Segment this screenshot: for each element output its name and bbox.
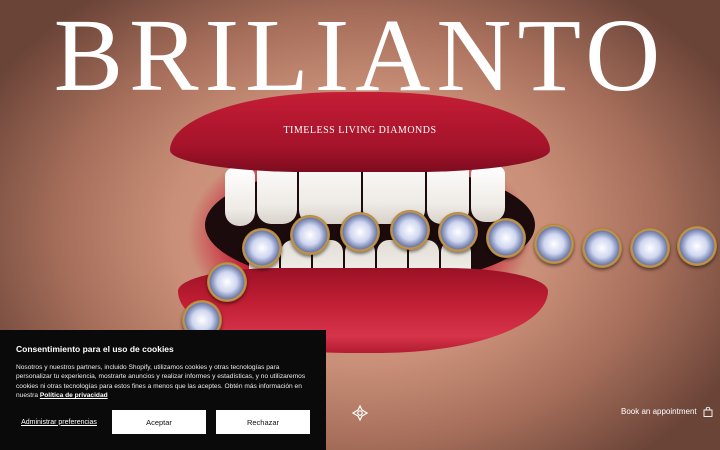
privacy-policy-link[interactable]: Política de privacidad [40, 392, 108, 399]
book-appointment-link[interactable]: Book an appointment [621, 407, 697, 416]
brand-tagline: TIMELESS LIVING DIAMONDS [283, 125, 437, 136]
cookie-actions: Administrar preferencias Aceptar Rechaza… [16, 410, 310, 434]
cookie-body: Nosotros y nuestros partners, incluido S… [16, 363, 310, 400]
brand-emblem-icon[interactable] [352, 405, 368, 421]
cookie-title: Consentimiento para el uso de cookies [16, 344, 174, 354]
cookie-consent-banner: Consentimiento para el uso de cookies No… [0, 330, 326, 450]
reject-button[interactable]: Rechazar [216, 410, 310, 434]
accept-button[interactable]: Aceptar [112, 410, 206, 434]
manage-preferences-button[interactable]: Administrar preferencias [16, 410, 102, 434]
shopping-bag-icon[interactable] [703, 407, 713, 417]
brand-logo[interactable]: BRILIANTO [0, 4, 720, 108]
